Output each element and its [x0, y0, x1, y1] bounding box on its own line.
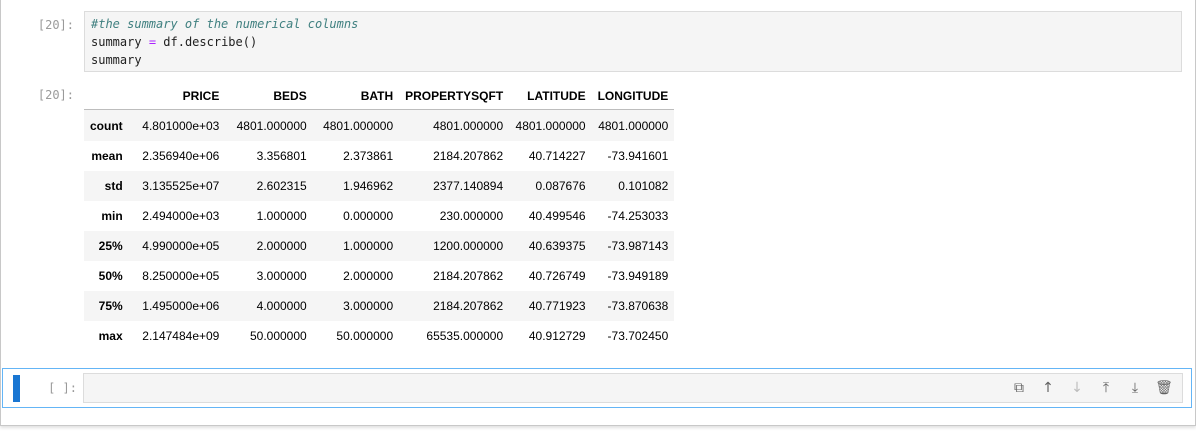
table-header-row: PRICE BEDS BATH PROPERTYSQFT LATITUDE LO… [84, 82, 675, 110]
table-cell: 50.000000 [249, 329, 307, 343]
table-cell: 40.639375 [528, 239, 586, 253]
insert-above-icon[interactable]: ⤒ [1096, 378, 1116, 398]
table-row: 75% 1.495000e+06 4.000000 3.000000 2184.2078… [84, 291, 675, 321]
table-cell: 4801.000000 [433, 118, 504, 133]
column-header: PRICE [128, 82, 226, 110]
table-cell: 4801.000000 [236, 118, 307, 133]
table-cell: 1.000000 [256, 209, 307, 223]
code-operator: = [148, 35, 157, 49]
table-cell: 4801.000000 [323, 118, 394, 133]
row-index-label: 50% [98, 269, 123, 283]
output-prompt: [20]: [37, 88, 74, 102]
table-cell: 1.946962 [343, 179, 394, 193]
table-cell: 4801.000000 [598, 118, 669, 133]
table-cell: 2377.140894 [433, 179, 504, 193]
table-cell: -73.941601 [607, 149, 669, 163]
code-line-2: summary = df.describe() [91, 35, 257, 49]
table-cell: 2.000000 [343, 269, 394, 283]
table-cell: 0.087676 [535, 179, 586, 193]
table-row: min 2.494000e+03 1.000000 0.000000 230.00000… [84, 201, 674, 231]
column-header: PROPERTYSQFT [399, 82, 510, 110]
table-row: std 3.135525e+07 2.602315 1.946962 2377.1408… [84, 171, 675, 201]
row-index-label: count [90, 118, 123, 133]
table-cell: 50.000000 [336, 329, 394, 343]
table-cell: 1.000000 [343, 239, 394, 253]
code-editor[interactable]: ⧉ ↑ ↓ ⤒ ⤓ 🗑 [83, 373, 1183, 403]
table-cell: 2184.207862 [433, 269, 504, 283]
table-cell: -73.987143 [607, 239, 669, 253]
table-cell: 65535.000000 [426, 329, 504, 343]
table-row: 50% 8.250000e+05 3.000000 2.000000 2184.2078… [84, 261, 674, 291]
active-code-cell[interactable]: [ ]: ⧉ ↑ ↓ ⤒ ⤓ 🗑 [2, 368, 1192, 408]
table-cell: 4.801000e+03 [142, 118, 220, 133]
index-header [84, 82, 129, 110]
table-cell: 1.495000e+06 [142, 299, 220, 313]
code-variable: summary [91, 35, 142, 49]
table-cell: 40.771923 [528, 299, 586, 313]
move-down-icon[interactable]: ↓ [1067, 378, 1087, 398]
table-cell: 2.494000e+03 [142, 209, 220, 223]
table-cell: 2.000000 [256, 239, 307, 253]
column-header: LATITUDE [509, 82, 592, 110]
table-cell: -73.949189 [607, 269, 669, 283]
table-cell: 4801.000000 [515, 118, 586, 133]
row-index-label: min [101, 209, 123, 223]
input-prompt: [ ]: [48, 381, 77, 395]
table-row: max 2.147484e+09 50.000000 50.000000 65535.0… [84, 321, 674, 351]
table-cell: 2.147484e+09 [142, 329, 220, 343]
table-cell: 3.356801 [256, 149, 307, 163]
row-index-label: std [104, 179, 123, 193]
table-cell: 2184.207862 [433, 299, 504, 313]
row-index-label: mean [91, 149, 123, 163]
table-cell: 0.101082 [618, 179, 669, 193]
code-line-1: #the summary of the numerical columns [91, 17, 358, 31]
input-prompt: [20]: [37, 18, 74, 32]
table-cell: -74.253033 [607, 209, 669, 223]
column-header: LONGITUDE [591, 82, 675, 110]
move-up-icon[interactable]: ↑ [1038, 378, 1058, 398]
table-cell: 0.000000 [343, 209, 394, 223]
column-header: BATH [312, 82, 400, 110]
code-expression: df.describe() [163, 35, 258, 49]
table-cell: 2.356940e+06 [142, 149, 220, 163]
table-cell: 2.602315 [256, 179, 307, 193]
table-cell: -73.870638 [607, 299, 669, 313]
dataframe-table: PRICE BEDS BATH PROPERTYSQFT LATITUDE LO… [84, 82, 675, 351]
table-cell: 4.990000e+05 [142, 239, 220, 253]
insert-below-icon[interactable]: ⤓ [1125, 378, 1145, 398]
table-cell: 40.726749 [528, 269, 586, 283]
table-cell: 3.135525e+07 [142, 179, 220, 193]
table-cell: 4.000000 [256, 299, 307, 313]
column-header: BEDS [225, 82, 313, 110]
code-comment: #the summary of the numerical columns [91, 17, 359, 31]
delete-icon[interactable]: 🗑 [1154, 378, 1174, 398]
table-cell: 1200.000000 [433, 239, 504, 253]
table-cell: 2.373861 [343, 149, 394, 163]
table-row: count 4.801000e+03 4801.000000 4801.000000 4… [84, 109, 675, 141]
table-cell: 3.000000 [343, 299, 394, 313]
row-index-label: max [98, 329, 123, 343]
table-cell: 230.000000 [439, 209, 504, 223]
code-editor[interactable]: #the summary of the numerical columns su… [84, 11, 1182, 72]
duplicate-icon[interactable]: ⧉ [1009, 378, 1029, 398]
table-cell: 8.250000e+05 [142, 269, 220, 283]
table-row: mean 2.356940e+06 3.356801 2.373861 2184.207… [84, 141, 674, 171]
cell-toolbar: ⧉ ↑ ↓ ⤒ ⤓ 🗑 [1009, 374, 1174, 402]
table-row: 25% 4.990000e+05 2.000000 1.000000 1200.0000… [84, 231, 675, 261]
code-line-3: summary [91, 53, 142, 67]
table-cell: 3.000000 [256, 269, 307, 283]
table-cell: 2184.207862 [433, 149, 504, 163]
row-index-label: 75% [98, 299, 123, 313]
row-index-label: 25% [98, 239, 123, 253]
table-cell: 40.714227 [528, 149, 586, 163]
table-cell: 40.499546 [528, 209, 586, 223]
table-cell: -73.702450 [607, 329, 669, 343]
table-cell: 40.912729 [528, 329, 586, 343]
